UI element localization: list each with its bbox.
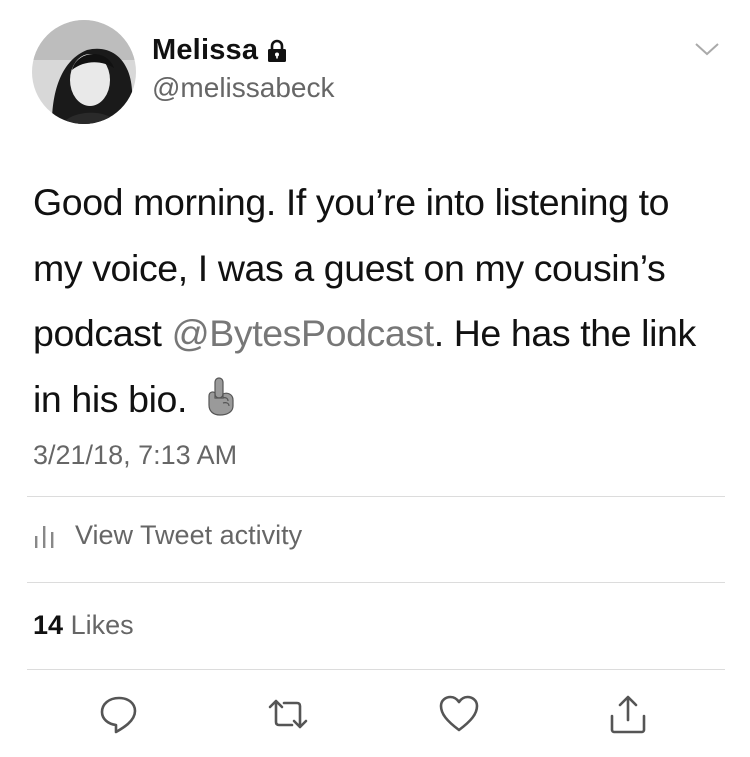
user-handle[interactable]: @melissabeck [152,72,334,104]
retweet-icon[interactable] [266,692,310,736]
heart-icon[interactable] [437,692,481,736]
tweet-timestamp: 3/21/18, 7:13 AM [33,440,238,470]
share-icon[interactable] [606,692,650,736]
pointing-up-emoji-icon [203,371,237,416]
likes-number: 14 [33,610,64,640]
view-tweet-activity-button[interactable]: View Tweet activity [33,520,302,551]
user-name-row: Melissa [152,34,288,67]
likes-label: Likes [70,610,134,640]
chevron-down-icon[interactable] [694,40,720,58]
avatar[interactable] [32,20,136,124]
lock-icon [266,39,288,63]
divider [27,496,725,497]
divider [27,669,725,670]
user-name[interactable]: Melissa [152,34,258,67]
reply-icon[interactable] [97,692,141,736]
mention-link[interactable]: @BytesPodcast [172,312,435,354]
bar-chart-icon [33,522,57,550]
tweet-text: Good morning. If you’re into listening t… [33,170,723,432]
view-tweet-activity-label: View Tweet activity [75,520,303,550]
likes-count[interactable]: 14 Likes [33,610,134,641]
divider [27,582,725,583]
